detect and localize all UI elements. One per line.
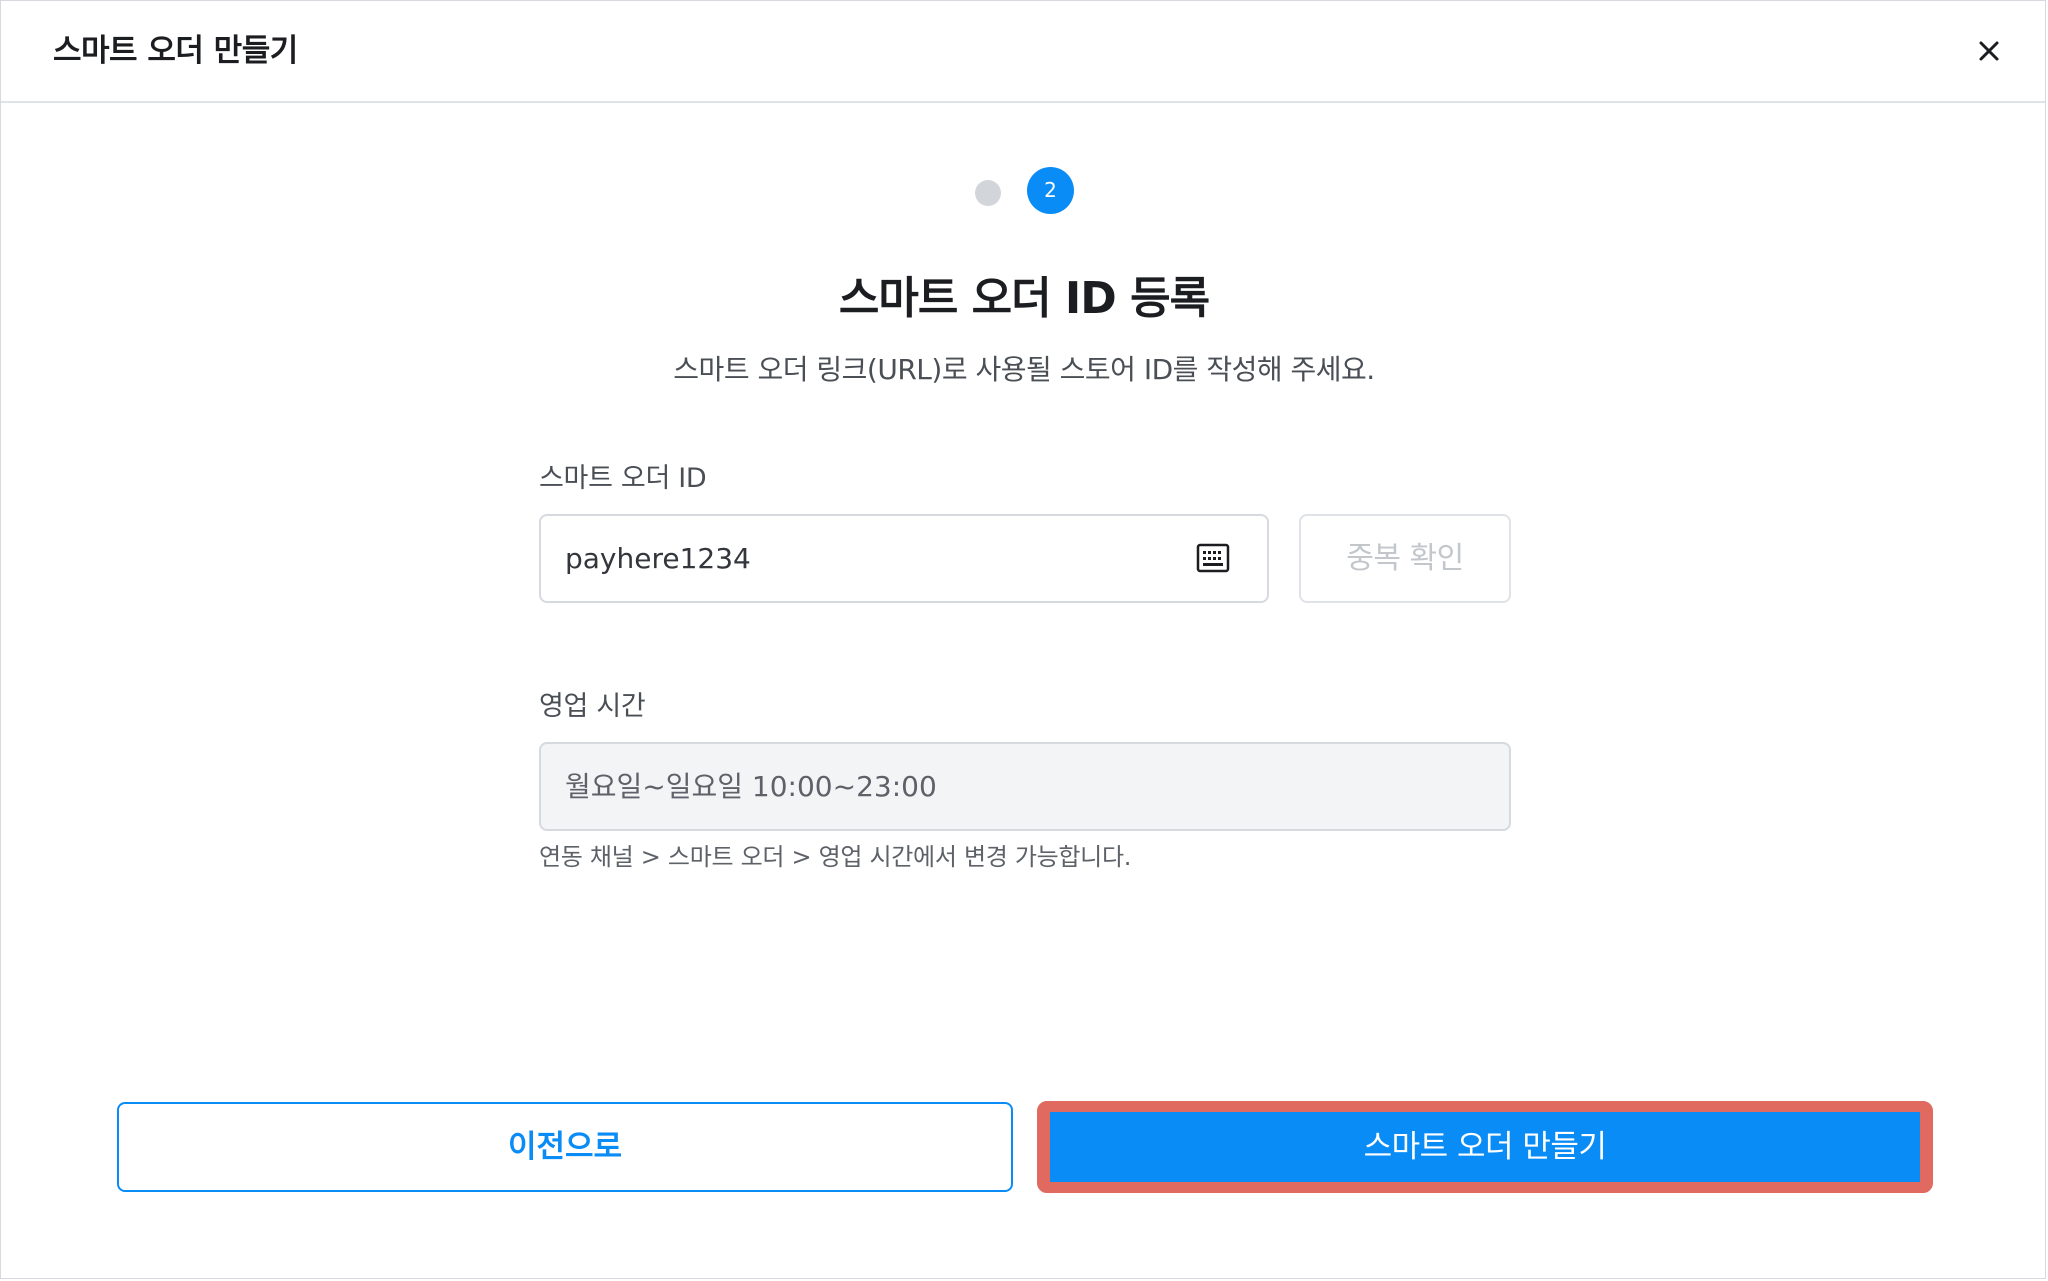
modal-title: 스마트 오더 만들기 xyxy=(53,33,298,69)
business-hours-helper: 연동 채널 > 스마트 오더 > 영업 시간에서 변경 가능합니다. xyxy=(539,843,1132,871)
keyboard-icon[interactable] xyxy=(1196,542,1230,574)
business-hours-value: 월요일~일요일 10:00~23:00 xyxy=(565,770,937,803)
duplicate-check-button[interactable]: 중복 확인 xyxy=(1299,514,1511,603)
close-icon xyxy=(1979,41,1999,61)
smart-order-id-input[interactable]: payhere1234 xyxy=(539,514,1269,603)
business-hours-label: 영업 시간 xyxy=(539,691,646,722)
previous-button[interactable]: 이전으로 xyxy=(117,1102,1013,1192)
create-button-highlight: 스마트 오더 만들기 xyxy=(1037,1101,1933,1193)
step-1-indicator xyxy=(975,180,1001,206)
page-title: 스마트 오더 ID 등록 xyxy=(838,273,1210,324)
step-2-indicator: 2 xyxy=(1027,167,1074,214)
business-hours-field: 월요일~일요일 10:00~23:00 xyxy=(539,742,1511,831)
page-subtitle: 스마트 오더 링크(URL)로 사용될 스토어 ID를 작성해 주세요. xyxy=(673,353,1375,386)
smart-order-id-label: 스마트 오더 ID xyxy=(539,463,707,494)
create-smart-order-button[interactable]: 스마트 오더 만들기 xyxy=(1050,1112,1920,1182)
close-button[interactable] xyxy=(1969,31,2009,71)
stepper: 2 xyxy=(975,167,1075,217)
modal-header: 스마트 오더 만들기 xyxy=(1,1,2045,103)
smart-order-modal: 스마트 오더 만들기 2 스마트 오더 ID 등록 스마트 오더 링크(URL)… xyxy=(0,0,2046,1279)
smart-order-id-value: payhere1234 xyxy=(565,542,751,575)
